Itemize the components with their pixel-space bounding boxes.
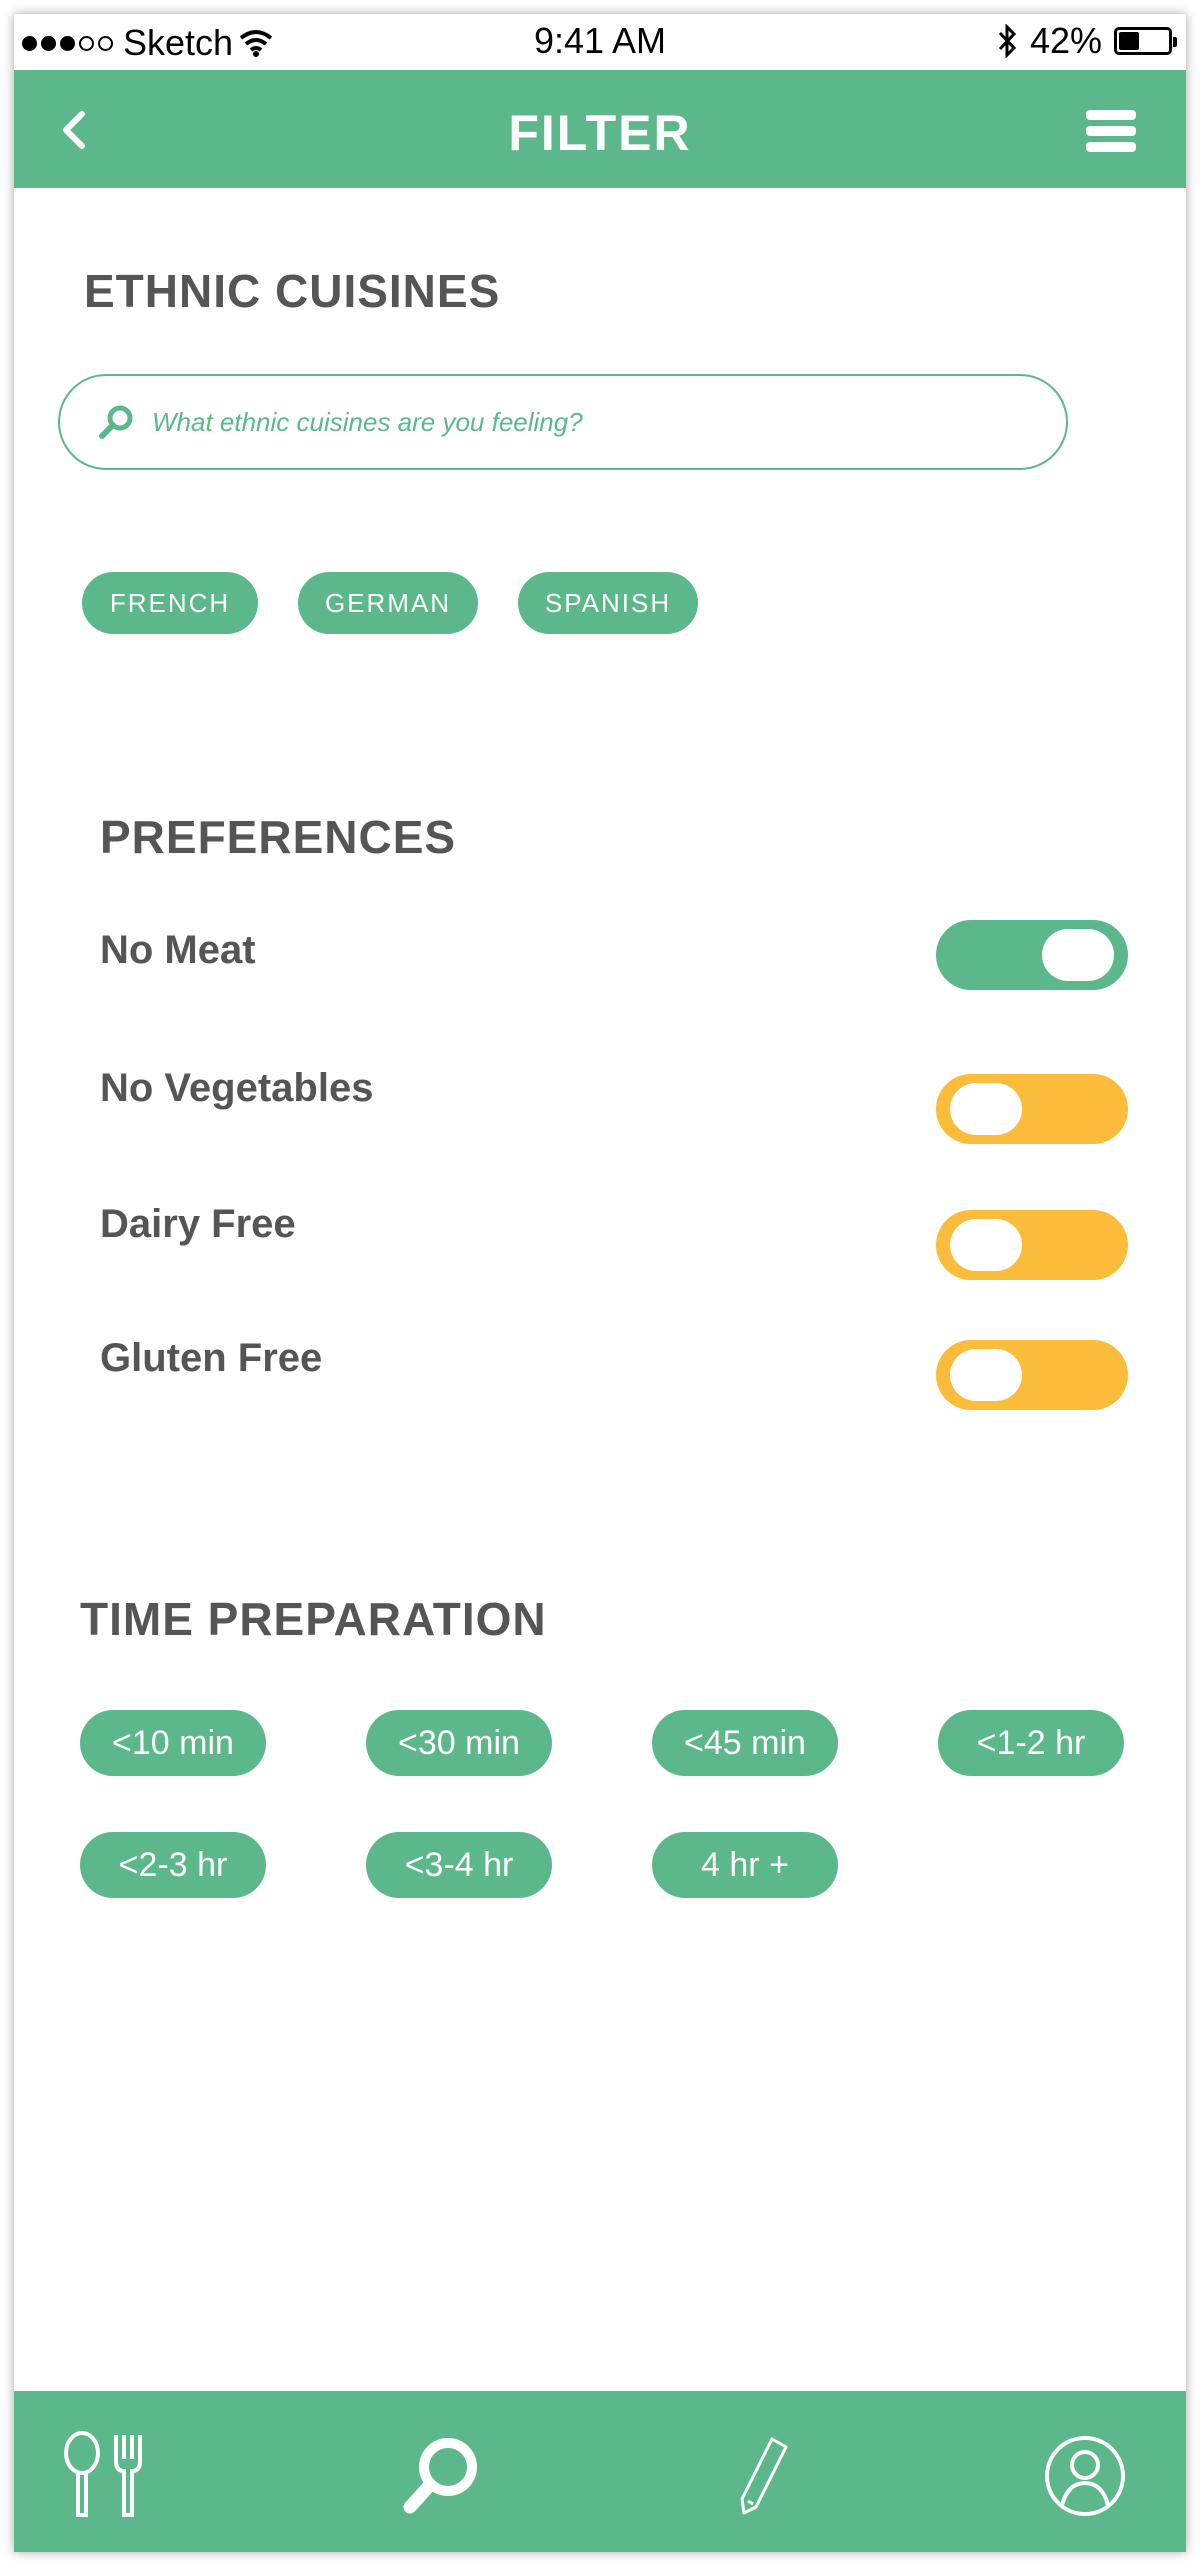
cuisine-chip-french[interactable]: FRENCH	[82, 572, 258, 634]
tab-write[interactable]	[720, 2431, 810, 2521]
toggle-knob	[950, 1083, 1022, 1135]
nav-header: FILTER	[14, 70, 1186, 188]
tab-profile[interactable]	[1040, 2431, 1130, 2521]
bluetooth-icon	[998, 24, 1017, 58]
time-option-30-min[interactable]: <30 min	[366, 1710, 552, 1776]
toggle-knob	[950, 1349, 1022, 1401]
pref-label-dairy-free: Dairy Free	[100, 1202, 296, 1246]
cuisine-chip-spanish[interactable]: SPANISH	[518, 572, 698, 634]
pref-label-gluten-free: Gluten Free	[100, 1336, 323, 1380]
pref-label-no-vegetables: No Vegetables	[100, 1066, 374, 1110]
pencil-icon	[740, 2437, 788, 2515]
menu-button[interactable]	[1086, 110, 1136, 154]
time-option-4-hr-plus[interactable]: 4 hr +	[652, 1832, 838, 1898]
fork-spoon-icon	[64, 2431, 142, 2517]
toggle-no-meat[interactable]	[936, 920, 1128, 990]
cuisine-chip-german[interactable]: GERMAN	[298, 572, 478, 634]
cuisine-search[interactable]	[58, 374, 1068, 470]
status-bar: Sketch 9:41 AM 42%	[14, 14, 1186, 70]
time-option-45-min[interactable]: <45 min	[652, 1710, 838, 1776]
preferences-title: PREFERENCES	[100, 811, 457, 863]
pref-label-no-meat: No Meat	[100, 928, 256, 972]
time-preparation-title: TIME PREPARATION	[80, 1593, 547, 1645]
time-option-3-4-hr[interactable]: <3-4 hr	[366, 1832, 552, 1898]
ethnic-cuisines-title: ETHNIC CUISINES	[84, 265, 501, 317]
toggle-no-vegetables[interactable]	[936, 1074, 1128, 1144]
tab-recipes[interactable]	[60, 2431, 150, 2521]
battery-percent: 42%	[1029, 20, 1102, 61]
time-option-10-min[interactable]: <10 min	[80, 1710, 266, 1776]
toggle-knob	[1042, 929, 1114, 981]
cuisine-search-input[interactable]	[150, 405, 1034, 439]
hamburger-menu-icon	[1086, 110, 1136, 152]
app-screen: Sketch 9:41 AM 42% FILTER ETHNIC CUISINE…	[14, 14, 1186, 2552]
tab-search[interactable]	[398, 2431, 488, 2521]
bottom-tab-bar	[14, 2391, 1186, 2552]
battery-icon	[1114, 27, 1177, 55]
page-title: FILTER	[508, 105, 692, 161]
search-icon	[99, 405, 133, 439]
time-option-1-2-hr[interactable]: <1-2 hr	[938, 1710, 1124, 1776]
toggle-gluten-free[interactable]	[936, 1340, 1128, 1410]
search-icon	[403, 2438, 477, 2514]
time-option-2-3-hr[interactable]: <2-3 hr	[80, 1832, 266, 1898]
profile-icon	[1045, 2436, 1125, 2516]
toggle-dairy-free[interactable]	[936, 1210, 1128, 1280]
status-right: 42%	[998, 20, 1177, 62]
toggle-knob	[950, 1219, 1022, 1271]
